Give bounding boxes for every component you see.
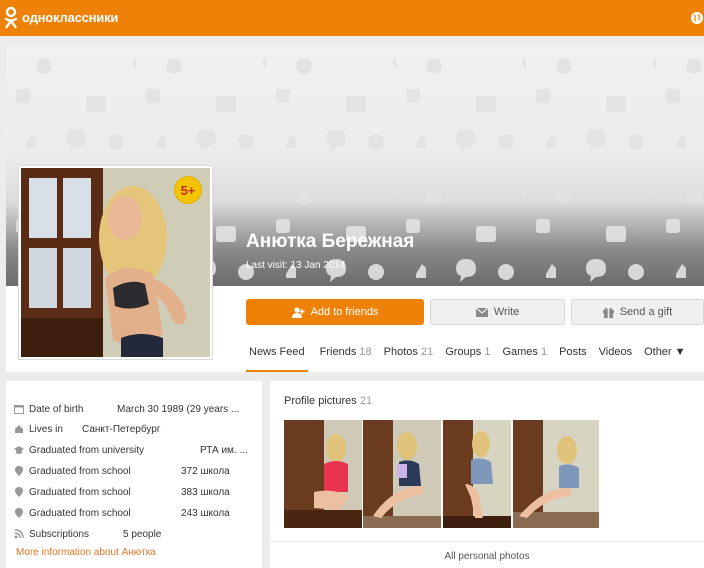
- tab-posts[interactable]: Posts: [559, 346, 587, 372]
- top-bar: одноклассники: [0, 0, 704, 36]
- house-icon: [15, 425, 23, 433]
- tab-news-feed[interactable]: News Feed: [246, 346, 308, 372]
- profile-tabs: News Feed Friends 18 Photos 21 Groups 1 …: [246, 346, 698, 372]
- profile-name: Анютка Бережная: [246, 231, 415, 252]
- photo-thumbnail[interactable]: [363, 420, 441, 528]
- info-value[interactable]: 243 школа: [181, 508, 230, 519]
- tab-games[interactable]: Games 1: [502, 346, 547, 372]
- info-value[interactable]: 5 people: [123, 529, 161, 540]
- info-value[interactable]: 372 школа: [181, 466, 230, 477]
- photo-thumbnail[interactable]: [284, 420, 362, 528]
- tab-other[interactable]: Other ▼: [644, 346, 685, 372]
- tab-videos[interactable]: Videos: [599, 346, 632, 372]
- info-value[interactable]: РТА им. ...: [200, 445, 248, 456]
- tab-friends[interactable]: Friends 18: [320, 346, 372, 372]
- more-info-link[interactable]: More information about Анютка: [16, 547, 156, 558]
- location-pin-icon: [15, 508, 23, 518]
- add-friend-icon: [291, 306, 305, 318]
- info-row-lives: Lives in Санкт-Петербург: [14, 422, 160, 436]
- add-to-friends-button[interactable]: Add to friends: [246, 299, 424, 325]
- location-pin-icon: [15, 487, 23, 497]
- info-value: March 30 1989 (29 years ...: [117, 403, 240, 415]
- write-button[interactable]: Write: [430, 299, 565, 325]
- send-gift-label: Send a gift: [619, 306, 673, 318]
- last-visit-text: Last visit: 13 Jan 2014: [246, 260, 346, 271]
- location-pin-icon: [15, 466, 23, 476]
- info-row-school-3: Graduated from school 243 школа: [14, 506, 230, 520]
- info-value[interactable]: Санкт-Петербург: [82, 424, 160, 435]
- info-row-school-2: Graduated from school 383 школа: [14, 485, 230, 499]
- photo-thumbnail[interactable]: [513, 420, 599, 528]
- brand-name[interactable]: одноклассники: [22, 10, 118, 25]
- tab-photos[interactable]: Photos 21: [384, 346, 434, 372]
- profile-pictures-title[interactable]: Profile pictures 21: [284, 395, 372, 407]
- rss-icon: [14, 529, 24, 539]
- graduation-cap-icon: [14, 446, 24, 454]
- info-value[interactable]: 383 школа: [181, 487, 230, 498]
- info-row-birth: Date of birth March 30 1989 (29 years ..…: [14, 402, 239, 416]
- info-row-school-1: Graduated from school 372 школа: [14, 464, 230, 478]
- info-row-university: Graduated from university РТА им. ...: [14, 443, 248, 457]
- all-personal-photos-link[interactable]: All personal photos: [270, 541, 704, 562]
- write-label: Write: [493, 306, 520, 318]
- age-restriction-badge: 5+: [174, 176, 202, 204]
- calendar-icon: [14, 405, 24, 414]
- ok-logo-icon[interactable]: [4, 6, 18, 30]
- photo-thumbnail[interactable]: [443, 420, 511, 528]
- tab-groups[interactable]: Groups 1: [445, 346, 490, 372]
- gift-icon: [602, 307, 614, 318]
- info-row-subscriptions: Subscriptions 5 people: [14, 527, 161, 541]
- envelope-icon: [475, 307, 488, 317]
- add-to-friends-label: Add to friends: [310, 306, 379, 318]
- send-gift-button[interactable]: Send a gift: [571, 299, 704, 325]
- globe-icon[interactable]: [690, 11, 704, 25]
